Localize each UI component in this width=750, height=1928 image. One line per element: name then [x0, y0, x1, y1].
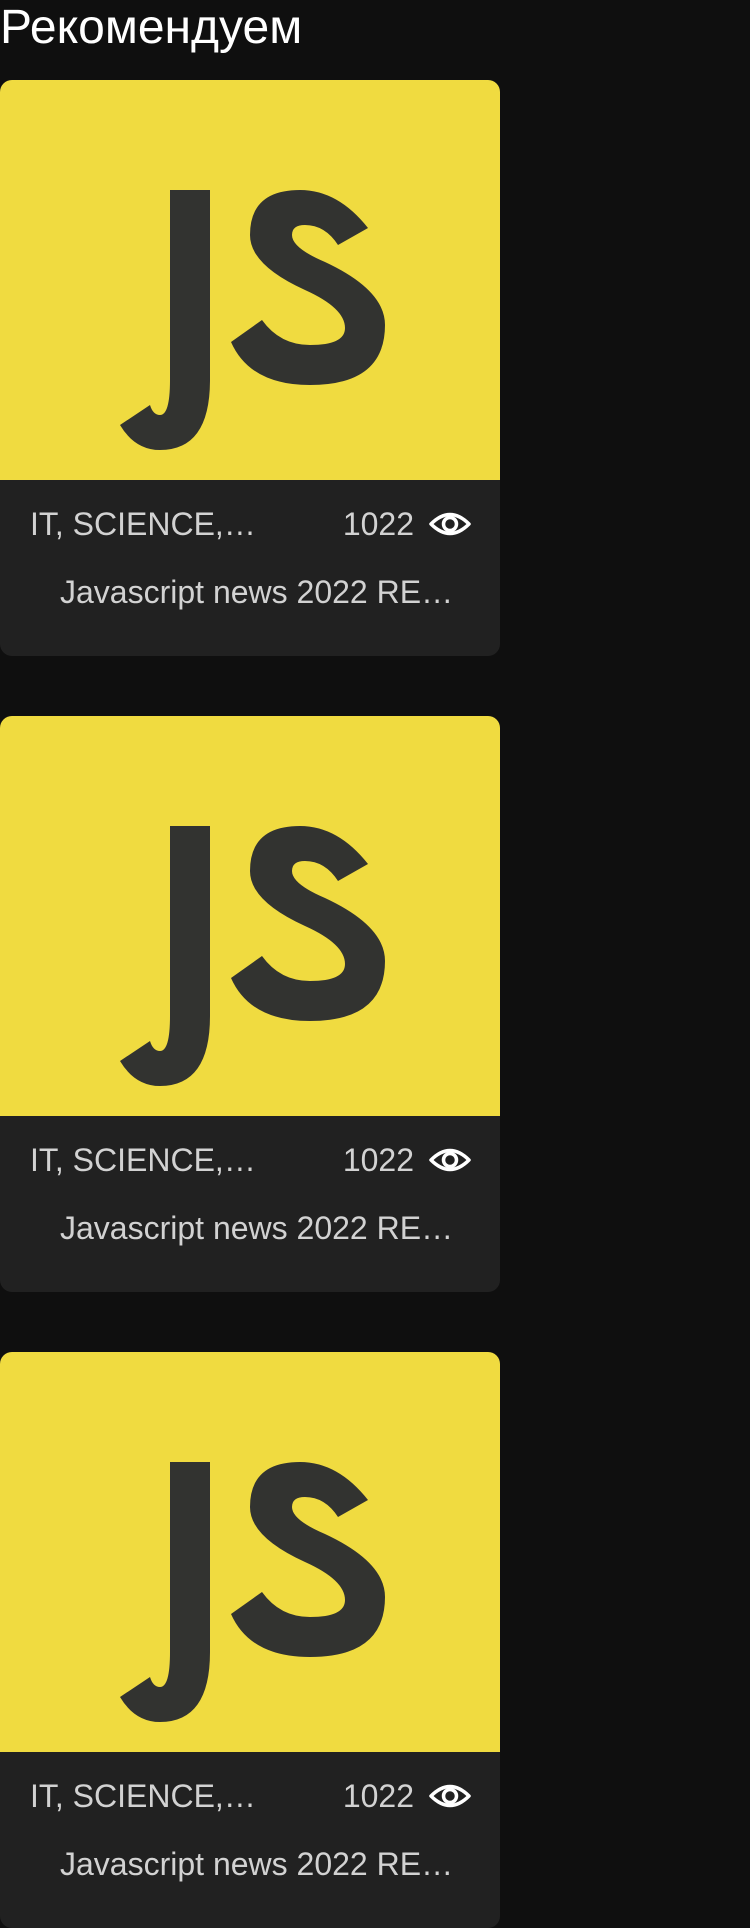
eye-icon — [428, 1140, 472, 1180]
article-views: 1022 — [342, 1142, 414, 1178]
article-tags: IT, SCIENCE, JAVASCRIPT — [30, 1142, 260, 1178]
article-tags: IT, SCIENCE, JAVASCRIPT — [30, 1778, 260, 1814]
article-views: 1022 — [342, 506, 414, 542]
article-thumbnail[interactable] — [0, 1352, 500, 1752]
article-tags: IT, SCIENCE, JAVASCRIPT — [30, 506, 260, 542]
javascript-logo-icon — [120, 1462, 385, 1722]
article-info: IT, SCIENCE, JAVASCRIPT 1022 Javascript … — [0, 1116, 500, 1292]
article-title[interactable]: Javascript news 2022 RELEASE — [60, 1208, 460, 1248]
javascript-logo-icon — [120, 190, 385, 450]
article-title[interactable]: Javascript news 2022 RELEASE — [60, 1844, 460, 1884]
eye-icon — [428, 504, 472, 544]
article-views: 1022 — [342, 1778, 414, 1814]
article-thumbnail[interactable] — [0, 716, 500, 1116]
recommended-page: Рекомендуем IT, SCIENCE, JAVASCRIPT 1022… — [0, 0, 750, 1928]
article-card[interactable]: IT, SCIENCE, JAVASCRIPT 1022 Javascript … — [0, 80, 500, 656]
eye-icon — [428, 1776, 472, 1816]
section-title: Рекомендуем — [0, 1, 303, 54]
javascript-logo-icon — [120, 826, 385, 1086]
article-card[interactable]: IT, SCIENCE, JAVASCRIPT 1022 Javascript … — [0, 716, 500, 1292]
article-thumbnail[interactable] — [0, 80, 500, 480]
article-info: IT, SCIENCE, JAVASCRIPT 1022 Javascript … — [0, 480, 500, 656]
article-title[interactable]: Javascript news 2022 RELEASE — [60, 572, 460, 612]
article-info: IT, SCIENCE, JAVASCRIPT 1022 Javascript … — [0, 1752, 500, 1928]
article-card[interactable]: IT, SCIENCE, JAVASCRIPT 1022 Javascript … — [0, 1352, 500, 1928]
